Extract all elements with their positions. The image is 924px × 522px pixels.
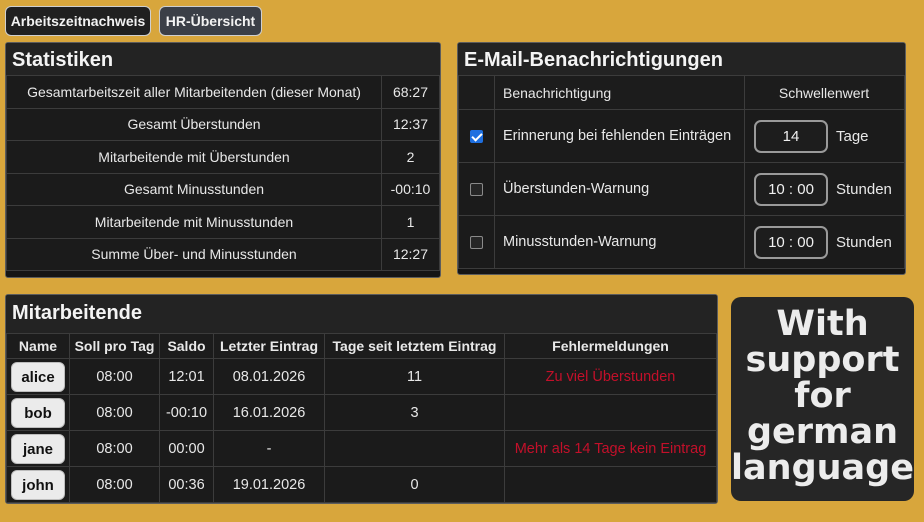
statistics-panel: Statistiken Gesamtarbeitszeit aller Mita… (5, 42, 441, 278)
email-notifications-table: Benachrichtigung Schwellenwert Erinnerun… (458, 75, 905, 269)
notification-label: Minusstunden-Warnung (494, 215, 745, 269)
employees-table: Name Soll pro Tag Saldo Letzter Eintrag … (6, 333, 717, 503)
stat-label: Summe Über- und Minusstunden (6, 237, 382, 271)
employee-button-jane[interactable]: jane (11, 433, 65, 464)
name-cell: bob (6, 394, 70, 431)
table-row: Gesamt Überstunden 12:37 (6, 107, 440, 141)
promo-line: german (746, 412, 899, 452)
error-cell (504, 466, 717, 503)
table-header-row: Name Soll pro Tag Saldo Letzter Eintrag … (6, 333, 717, 359)
stat-label: Gesamt Minusstunden (6, 172, 382, 206)
table-row: jane 08:00 00:00 - Mehr als 14 Tage kein… (6, 430, 717, 467)
header-checkbox-column (458, 75, 495, 110)
stat-label: Gesamt Überstunden (6, 107, 382, 141)
header-errors: Fehlermeldungen (504, 333, 717, 359)
header-name: Name (6, 333, 70, 359)
promo-line: With (776, 304, 869, 344)
stat-value: 12:27 (381, 237, 440, 271)
balance-cell: 00:36 (159, 466, 214, 503)
table-row: Gesamt Minusstunden -00:10 (6, 172, 440, 206)
header-notification: Benachrichtigung (494, 75, 745, 110)
threshold-unit: Tage (836, 127, 869, 145)
table-row: Gesamtarbeitszeit aller Mitarbeitenden (… (6, 75, 440, 109)
stat-value: -00:10 (381, 172, 440, 206)
employees-title: Mitarbeitende (6, 295, 717, 333)
header-threshold: Schwellenwert (744, 75, 905, 110)
stat-label: Mitarbeitende mit Minusstunden (6, 205, 382, 239)
threshold-cell: 10 : 00 Stunden (744, 162, 905, 216)
target-cell: 08:00 (69, 430, 160, 467)
employees-panel: Mitarbeitende Name Soll pro Tag Saldo Le… (5, 294, 718, 504)
table-row: alice 08:00 12:01 08.01.2026 11 Zu viel … (6, 358, 717, 395)
minus-hours-threshold-input[interactable]: 10 : 00 (754, 225, 828, 259)
table-row: Mitarbeitende mit Überstunden 2 (6, 140, 440, 174)
threshold-cell: 10 : 00 Stunden (744, 215, 905, 269)
header-days-since: Tage seit letztem Eintrag (324, 333, 505, 359)
balance-cell: -00:10 (159, 394, 214, 431)
table-row: Erinnerung bei fehlenden Einträgen 14 Ta… (458, 109, 905, 163)
last-entry-cell: 19.01.2026 (213, 466, 325, 503)
notification-label: Erinnerung bei fehlenden Einträgen (494, 109, 745, 163)
checkbox-cell (458, 109, 495, 163)
table-row: john 08:00 00:36 19.01.2026 0 (6, 466, 717, 503)
header-balance: Saldo (159, 333, 214, 359)
days-since-cell: 0 (324, 466, 505, 503)
minus-hours-warning-checkbox[interactable] (470, 235, 483, 249)
promo-line: support (745, 340, 900, 380)
days-since-cell: 3 (324, 394, 505, 431)
table-header-row: Benachrichtigung Schwellenwert (458, 75, 905, 110)
target-cell: 08:00 (69, 394, 160, 431)
email-notifications-title: E-Mail-Benachrichtigungen (458, 43, 905, 75)
employee-button-john[interactable]: john (11, 469, 65, 500)
reminder-checkbox[interactable] (470, 129, 483, 143)
days-since-cell (324, 430, 505, 467)
error-cell (504, 394, 717, 431)
name-cell: jane (6, 430, 70, 467)
stat-label: Gesamtarbeitszeit aller Mitarbeitenden (… (6, 75, 382, 109)
table-row: Minusstunden-Warnung 10 : 00 Stunden (458, 215, 905, 269)
error-cell: Mehr als 14 Tage kein Eintrag (504, 430, 717, 467)
target-cell: 08:00 (69, 358, 160, 395)
table-row: Überstunden-Warnung 10 : 00 Stunden (458, 162, 905, 216)
name-cell: alice (6, 358, 70, 395)
checkbox-cell (458, 162, 495, 216)
header-last-entry: Letzter Eintrag (213, 333, 325, 359)
stat-label: Mitarbeitende mit Überstunden (6, 140, 382, 174)
tab-hr-uebersicht[interactable]: HR-Übersicht (159, 6, 262, 36)
table-row: Mitarbeitende mit Minusstunden 1 (6, 205, 440, 239)
days-since-cell: 11 (324, 358, 505, 395)
statistics-table: Gesamtarbeitszeit aller Mitarbeitenden (… (6, 75, 440, 271)
overtime-threshold-input[interactable]: 10 : 00 (754, 172, 828, 206)
last-entry-cell: 16.01.2026 (213, 394, 325, 431)
last-entry-cell: - (213, 430, 325, 467)
promo-line: for (794, 376, 851, 416)
overtime-warning-checkbox[interactable] (470, 182, 483, 196)
threshold-unit: Stunden (836, 180, 892, 198)
stat-value: 2 (381, 140, 440, 174)
balance-cell: 00:00 (159, 430, 214, 467)
balance-cell: 12:01 (159, 358, 214, 395)
table-row: bob 08:00 -00:10 16.01.2026 3 (6, 394, 717, 431)
threshold-cell: 14 Tage (744, 109, 905, 163)
reminder-days-input[interactable]: 14 (754, 119, 828, 153)
name-cell: john (6, 466, 70, 503)
statistics-title: Statistiken (6, 43, 440, 75)
promo-badge: With support for german language (731, 297, 914, 501)
threshold-unit: Stunden (836, 233, 892, 251)
promo-line: language (731, 448, 914, 488)
stat-value: 1 (381, 205, 440, 239)
stat-value: 12:37 (381, 107, 440, 141)
last-entry-cell: 08.01.2026 (213, 358, 325, 395)
employee-button-alice[interactable]: alice (11, 361, 65, 392)
stat-value: 68:27 (381, 75, 440, 109)
tab-arbeitszeitnachweis[interactable]: Arbeitszeitnachweis (5, 6, 151, 36)
employee-button-bob[interactable]: bob (11, 397, 65, 428)
header-target: Soll pro Tag (69, 333, 160, 359)
notification-label: Überstunden-Warnung (494, 162, 745, 216)
target-cell: 08:00 (69, 466, 160, 503)
table-row: Summe Über- und Minusstunden 12:27 (6, 237, 440, 271)
email-notifications-panel: E-Mail-Benachrichtigungen Benachrichtigu… (457, 42, 906, 275)
error-cell: Zu viel Überstunden (504, 358, 717, 395)
checkbox-cell (458, 215, 495, 269)
